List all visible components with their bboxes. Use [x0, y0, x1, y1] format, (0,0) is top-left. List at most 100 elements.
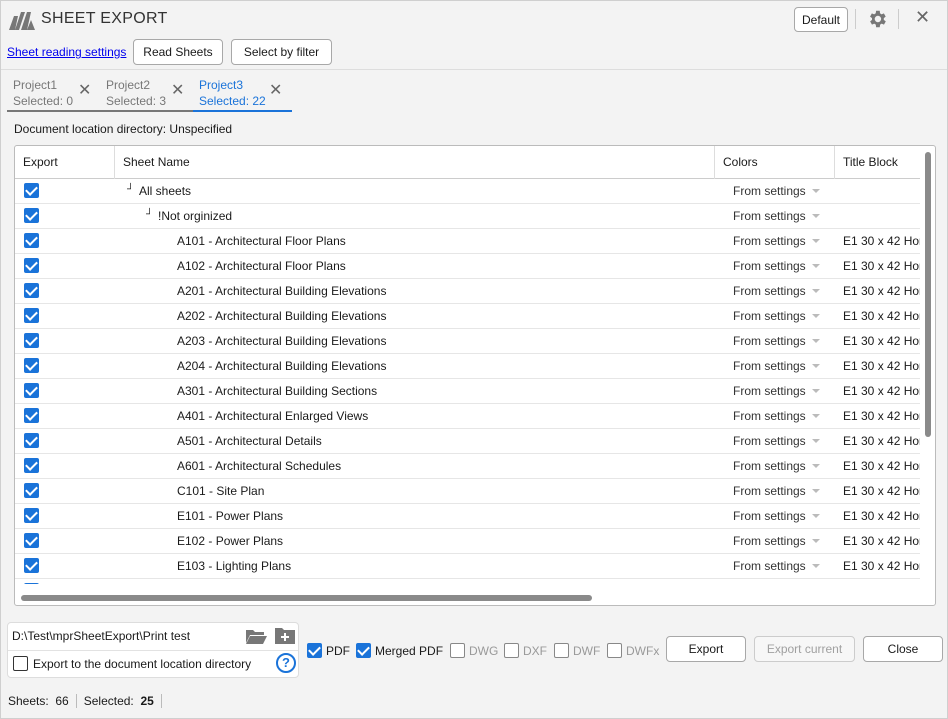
export-checkbox[interactable] — [24, 558, 39, 573]
export-checkbox[interactable] — [24, 383, 39, 398]
dxf-checkbox[interactable] — [504, 643, 519, 658]
colors-dropdown[interactable]: From settings — [733, 534, 806, 548]
chevron-down-icon[interactable] — [812, 414, 820, 418]
chevron-down-icon[interactable] — [812, 514, 820, 518]
colors-dropdown[interactable]: From settings — [733, 384, 806, 398]
tree-expander-icon[interactable]: ┘ — [127, 184, 134, 195]
chevron-down-icon[interactable] — [812, 464, 820, 468]
help-icon[interactable]: ? — [276, 653, 296, 673]
chevron-down-icon[interactable] — [812, 439, 820, 443]
colors-dropdown[interactable]: From settings — [733, 234, 806, 248]
export-checkbox[interactable] — [24, 308, 39, 323]
preset-button[interactable]: Default — [794, 7, 848, 32]
colors-dropdown[interactable]: From settings — [733, 184, 806, 198]
colors-dropdown[interactable]: From settings — [733, 484, 806, 498]
colors-dropdown[interactable]: From settings — [733, 459, 806, 473]
close-icon[interactable]: ✕ — [915, 7, 930, 28]
column-header-title-block[interactable]: Title Block — [835, 146, 920, 179]
table-row[interactable]: A401 - Architectural Enlarged Views From … — [15, 404, 920, 429]
colors-dropdown[interactable]: From settings — [733, 334, 806, 348]
chevron-down-icon[interactable] — [812, 389, 820, 393]
export-checkbox[interactable] — [24, 233, 39, 248]
colors-dropdown[interactable]: From settings — [733, 209, 806, 223]
dwg-checkbox[interactable] — [450, 643, 465, 658]
folder-open-icon[interactable] — [245, 627, 267, 645]
tab-project2[interactable]: Project2 Selected: 3 ✕ — [106, 77, 184, 113]
export-checkbox[interactable] — [24, 533, 39, 548]
export-checkbox[interactable] — [24, 408, 39, 423]
colors-dropdown[interactable]: From settings — [733, 259, 806, 273]
colors-dropdown[interactable]: From settings — [733, 509, 806, 523]
chevron-down-icon[interactable] — [812, 364, 820, 368]
export-button[interactable]: Export — [666, 636, 746, 662]
column-header-sheet-name[interactable]: Sheet Name — [115, 146, 715, 179]
merged-pdf-checkbox[interactable] — [356, 643, 371, 658]
chevron-down-icon[interactable] — [812, 489, 820, 493]
table-row[interactable]: A301 - Architectural Building Sections Fr… — [15, 379, 920, 404]
close-icon[interactable]: ✕ — [269, 83, 282, 99]
tab-project3[interactable]: Project3 Selected: 22 ✕ — [199, 77, 282, 113]
colors-dropdown[interactable]: From settings — [733, 284, 806, 298]
table-row[interactable]: A101 - Architectural Floor Plans From set… — [15, 229, 920, 254]
export-checkbox[interactable] — [24, 333, 39, 348]
gear-icon[interactable] — [866, 8, 888, 30]
tree-expander-icon[interactable]: ┘ — [146, 209, 153, 220]
export-checkbox[interactable] — [24, 483, 39, 498]
format-dwf[interactable]: DWF — [554, 643, 600, 658]
horizontal-scrollbar[interactable] — [21, 595, 592, 601]
table-row[interactable]: ┘ All sheets From settings — [15, 179, 920, 204]
colors-dropdown[interactable]: From settings — [733, 434, 806, 448]
close-button[interactable]: Close — [863, 636, 943, 662]
table-row[interactable]: E101 - Power Plans From settings E1 30 x 4… — [15, 504, 920, 529]
close-icon[interactable]: ✕ — [78, 83, 91, 99]
table-row[interactable]: A202 - Architectural Building Elevations… — [15, 304, 920, 329]
format-dwg[interactable]: DWG — [450, 643, 498, 658]
export-checkbox[interactable] — [24, 583, 39, 584]
table-row[interactable]: A203 - Architectural Building Elevations… — [15, 329, 920, 354]
table-row[interactable]: A501 - Architectural Details From setting… — [15, 429, 920, 454]
vertical-scrollbar[interactable] — [925, 152, 931, 437]
export-checkbox[interactable] — [24, 358, 39, 373]
export-checkbox[interactable] — [24, 458, 39, 473]
table-row[interactable]: ┘ !Not orginized From settings — [15, 204, 920, 229]
format-merged-pdf[interactable]: Merged PDF — [356, 643, 443, 658]
output-path[interactable]: D:\Test\mprSheetExport\Print test — [12, 629, 190, 643]
format-dwfx[interactable]: DWFx — [607, 643, 659, 658]
column-header-export[interactable]: Export — [15, 146, 115, 179]
export-checkbox[interactable] — [24, 508, 39, 523]
chevron-down-icon[interactable] — [812, 264, 820, 268]
dwfx-checkbox[interactable] — [607, 643, 622, 658]
chevron-down-icon[interactable] — [812, 564, 820, 568]
chevron-down-icon[interactable] — [812, 239, 820, 243]
table-row[interactable]: A204 - Architectural Building Elevations… — [15, 354, 920, 379]
chevron-down-icon[interactable] — [812, 539, 820, 543]
tab-project1[interactable]: Project1 Selected: 0 ✕ — [13, 77, 91, 113]
select-by-filter-button[interactable]: Select by filter — [231, 39, 332, 65]
export-to-doc-dir-checkbox[interactable] — [13, 656, 28, 671]
read-sheets-button[interactable]: Read Sheets — [133, 39, 223, 65]
colors-dropdown[interactable]: From settings — [733, 409, 806, 423]
export-checkbox[interactable] — [24, 433, 39, 448]
export-checkbox[interactable] — [24, 258, 39, 273]
column-header-colors[interactable]: Colors — [715, 146, 835, 179]
format-dxf[interactable]: DXF — [504, 643, 547, 658]
table-row[interactable]: A201 - Architectural Building Elevations… — [15, 279, 920, 304]
chevron-down-icon[interactable] — [812, 289, 820, 293]
colors-dropdown[interactable]: From settings — [733, 359, 806, 373]
export-current-button[interactable]: Export current — [754, 636, 855, 662]
chevron-down-icon[interactable] — [812, 339, 820, 343]
export-checkbox[interactable] — [24, 183, 39, 198]
new-folder-icon[interactable] — [275, 626, 295, 644]
colors-dropdown[interactable]: From settings — [733, 309, 806, 323]
sheet-reading-settings-link[interactable]: Sheet reading settings — [7, 45, 126, 59]
table-row[interactable]: C101 - Site Plan From settings E1 30 x 42 … — [15, 479, 920, 504]
table-row[interactable]: E103 - Lighting Plans From settings E1 30 … — [15, 554, 920, 579]
format-pdf[interactable]: PDF — [307, 643, 350, 658]
dwf-checkbox[interactable] — [554, 643, 569, 658]
table-row[interactable]: E102 - Power Plans From settings E1 30 x 4… — [15, 529, 920, 554]
table-row[interactable]: E104 - Lighting PlansFrom settingsE1 30 … — [15, 579, 920, 584]
export-checkbox[interactable] — [24, 208, 39, 223]
chevron-down-icon[interactable] — [812, 189, 820, 193]
chevron-down-icon[interactable] — [812, 314, 820, 318]
pdf-checkbox[interactable] — [307, 643, 322, 658]
